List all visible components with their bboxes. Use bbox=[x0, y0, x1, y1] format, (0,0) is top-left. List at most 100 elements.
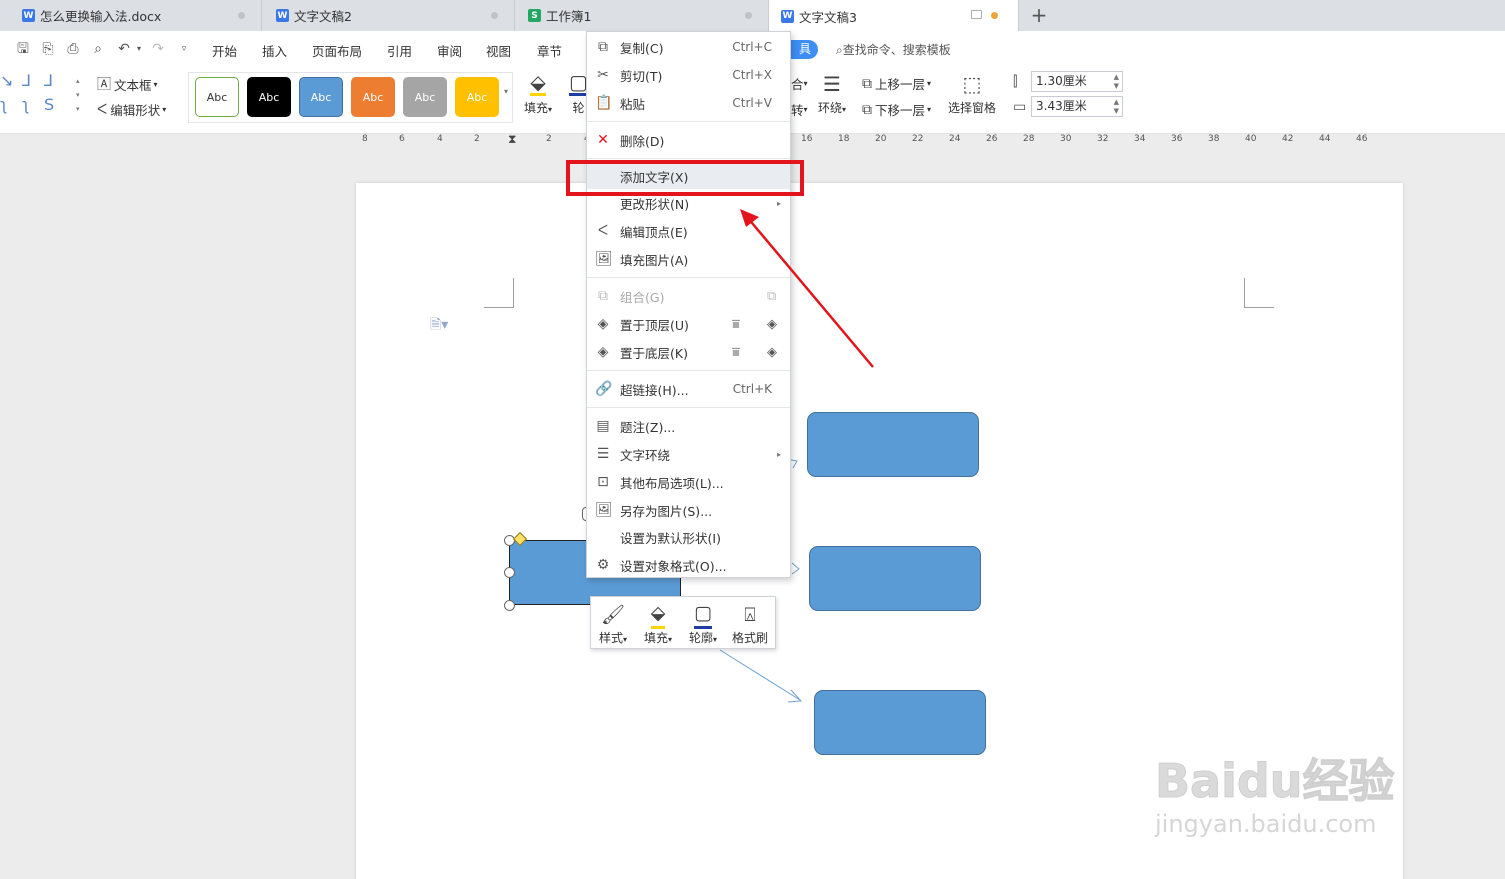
style-blue[interactable]: Abc bbox=[299, 77, 343, 117]
rounded-rectangle-shape-2[interactable] bbox=[809, 546, 981, 611]
style-black[interactable]: Abc bbox=[247, 77, 291, 117]
shape-height-input[interactable]: 1.30厘米 ▲ ▼ bbox=[1031, 71, 1123, 92]
connector-straight-icon[interactable]: ↘ bbox=[0, 71, 13, 90]
tab-start[interactable]: 开始 bbox=[212, 41, 237, 60]
menu-item-format-object[interactable]: ⚙ 设置对象格式(O)... bbox=[587, 552, 790, 578]
resize-handle-bottom-left[interactable] bbox=[504, 600, 515, 611]
edit-shape-icon: ᐸ bbox=[97, 101, 108, 118]
mini-style-label: 样式▾ bbox=[598, 631, 628, 645]
tab-chapter[interactable]: 章节 bbox=[537, 41, 562, 60]
mini-style-button[interactable]: 🖌 样式▾ bbox=[591, 601, 635, 646]
connector-elbow-arrow-icon[interactable]: ⅃ bbox=[44, 71, 53, 90]
width-spinner-icon[interactable]: ▲ ▼ bbox=[1114, 98, 1119, 116]
rotate-button[interactable]: 转 ▾ bbox=[791, 100, 808, 119]
paragraph-layout-icon[interactable]: 🗎▾ bbox=[430, 314, 448, 338]
chevron-down-icon: ▾ bbox=[927, 79, 932, 88]
ruler-label: 16 bbox=[801, 134, 813, 144]
menu-label: 编辑顶点(E) bbox=[620, 224, 688, 240]
height-spinner-icon[interactable]: ▲ ▼ bbox=[1114, 73, 1119, 91]
tab-doc-wenzi2[interactable]: W 文字文稿2 bbox=[262, 0, 515, 31]
menu-item-caption[interactable]: ▤ 题注(Z)... bbox=[587, 413, 790, 439]
style-orange[interactable]: Abc bbox=[351, 77, 395, 117]
edit-shape-button[interactable]: ᐸ 编辑形状 ▾ bbox=[97, 100, 166, 119]
rounded-rectangle-shape-1[interactable] bbox=[807, 412, 979, 477]
shape-width-input[interactable]: 3.43厘米 ▲ ▼ bbox=[1031, 96, 1123, 117]
tab-view[interactable]: 视图 bbox=[486, 41, 511, 60]
first-line-indent-marker-icon[interactable]: ⧗ bbox=[508, 132, 516, 147]
tab-label: 怎么更换输入法.docx bbox=[40, 9, 162, 24]
menu-label: 剪切(T) bbox=[620, 68, 663, 84]
ruler-label: 2 bbox=[546, 134, 552, 144]
rounded-rectangle-shape-3[interactable] bbox=[814, 690, 986, 755]
menu-item-set-default-shape[interactable]: 设置为默认形状(I) bbox=[587, 524, 790, 550]
connector-curve-arrow-icon[interactable]: ʅ bbox=[22, 95, 29, 114]
mini-format-painter-button[interactable]: ⍓ 格式刷 bbox=[728, 601, 772, 646]
red-highlight-box bbox=[566, 160, 804, 196]
wrap-text-button[interactable]: ☰ 环绕▾ bbox=[818, 71, 846, 116]
tab-close-dot[interactable] bbox=[745, 12, 752, 19]
selection-pane-button[interactable]: ⬚ 选择窗格 bbox=[948, 71, 996, 116]
tab-insert[interactable]: 插入 bbox=[262, 41, 287, 60]
connector-s-curve-icon[interactable]: S bbox=[44, 95, 54, 114]
bring-forward-label: 上移一层 bbox=[875, 77, 926, 92]
print-preview-icon[interactable]: ⌕ bbox=[89, 40, 107, 58]
paste-clipboard-icon: 📋 bbox=[595, 95, 613, 111]
print-icon[interactable]: ⎙ bbox=[64, 40, 82, 58]
resize-handle-middle-left[interactable] bbox=[504, 567, 515, 578]
watermark-logo: Baidu经验 bbox=[1155, 754, 1396, 809]
window-mode-icon[interactable] bbox=[971, 10, 982, 19]
selection-pane-label: 选择窗格 bbox=[948, 101, 997, 115]
undo-dropdown-icon[interactable]: ▾ bbox=[130, 40, 148, 58]
delete-x-icon: ✕ bbox=[597, 132, 609, 148]
document-tab-bar: W 怎么更换输入法.docx W 文字文稿2 S 工作簿1 W 文字文稿3 + bbox=[0, 0, 1505, 32]
text-wrap-icon: ☰ bbox=[823, 72, 841, 96]
tab-doc-wenzi3[interactable]: W 文字文稿3 bbox=[769, 0, 1019, 32]
textbox-button[interactable]: 🄰 文本框 ▾ bbox=[97, 74, 158, 94]
connector-elbow-icon[interactable]: ⅃ bbox=[22, 71, 31, 90]
fill-label: 填充▾ bbox=[524, 101, 553, 115]
menu-label: 置于底层(K) bbox=[620, 345, 688, 361]
menu-item-paste[interactable]: 📋 粘贴 Ctrl+V bbox=[587, 90, 790, 116]
tab-review[interactable]: 审阅 bbox=[437, 41, 462, 60]
horizontal-ruler[interactable]: 8 6 4 2 ⧗ 2 4 16 18 20 22 24 26 28 30 32… bbox=[360, 132, 1390, 148]
group-label: 合 bbox=[791, 77, 804, 92]
style-outline-green[interactable]: Abc bbox=[195, 77, 239, 117]
tab-close-dot[interactable] bbox=[491, 12, 498, 19]
style-gold[interactable]: Abc bbox=[455, 77, 499, 117]
menu-item-copy[interactable]: ⧉ 复制(C) Ctrl+C bbox=[587, 34, 790, 60]
menu-item-hyperlink[interactable]: 🔗 超链接(H)... Ctrl+K bbox=[587, 376, 790, 402]
floating-mini-toolbar: 🖌 样式▾ ⬙ 填充▾ ▢ 轮廓▾ ⍓ 格式刷 bbox=[590, 596, 776, 649]
command-search[interactable]: ⌕查找命令、搜索模板 bbox=[836, 41, 951, 58]
tab-close-dot[interactable] bbox=[238, 12, 245, 19]
shape-height-row: ⫿ 1.30厘米 ▲ ▼ bbox=[1013, 71, 1123, 92]
width-value: 3.43厘米 bbox=[1036, 99, 1087, 113]
tab-sheet-gongzuobu1[interactable]: S 工作簿1 bbox=[515, 0, 769, 31]
style-gray[interactable]: Abc bbox=[403, 77, 447, 117]
tab-page-layout[interactable]: 页面布局 bbox=[312, 41, 362, 60]
ruler-label: 2 bbox=[474, 134, 480, 144]
fill-button[interactable]: ⬙ 填充▾ bbox=[524, 71, 552, 116]
mini-fill-button[interactable]: ⬙ 填充▾ bbox=[636, 601, 680, 646]
menu-item-text-wrap[interactable]: ☰ 文字环绕 ▸ bbox=[587, 441, 790, 467]
send-backward-button[interactable]: ⧉ 下移一层 ▾ bbox=[862, 100, 931, 119]
quick-access-more-icon[interactable]: ▿ bbox=[175, 40, 193, 58]
menu-item-delete[interactable]: ✕ 删除(D) bbox=[587, 127, 790, 153]
menu-item-save-as-image[interactable]: 🖼 另存为图片(S)... bbox=[587, 497, 790, 523]
bring-forward-button[interactable]: ⧉ 上移一层 ▾ bbox=[862, 74, 931, 93]
new-tab-plus-icon[interactable]: + bbox=[1028, 4, 1050, 26]
wrap-label: 环绕▾ bbox=[818, 101, 847, 115]
export-icon[interactable]: ⎘ bbox=[39, 40, 57, 58]
mini-outline-button[interactable]: ▢ 轮廓▾ bbox=[681, 601, 725, 646]
shape-gallery-scroll-icon[interactable]: ▴ ▾ ▾ bbox=[76, 74, 80, 116]
tab-references[interactable]: 引用 bbox=[387, 41, 412, 60]
outline-label: 轮 bbox=[572, 101, 585, 115]
save-icon[interactable]: 🖫 bbox=[14, 40, 32, 58]
connector-curve-icon[interactable]: ʅ bbox=[0, 95, 7, 114]
connector-line[interactable] bbox=[719, 649, 801, 701]
menu-item-cut[interactable]: ✂ 剪切(T) Ctrl+X bbox=[587, 62, 790, 88]
menu-item-other-layout[interactable]: ⊡ 其他布局选项(L)... bbox=[587, 469, 790, 495]
tab-doc-huanshurufa[interactable]: W 怎么更换输入法.docx bbox=[0, 0, 262, 31]
group-button[interactable]: 合 ▾ bbox=[791, 74, 808, 93]
redo-icon[interactable]: ↷ bbox=[149, 40, 167, 58]
style-gallery-more-icon[interactable]: ▾ bbox=[504, 87, 508, 96]
